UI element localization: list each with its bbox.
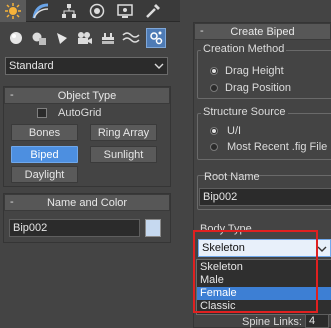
autogrid-checkbox[interactable] xyxy=(37,108,47,118)
lights-category[interactable] xyxy=(52,28,72,48)
drag-height-label: Drag Height xyxy=(225,65,284,77)
modify-icon xyxy=(32,3,49,19)
helpers-icon xyxy=(102,33,114,44)
utilities-icon xyxy=(146,4,160,18)
motion-tab[interactable] xyxy=(84,0,110,22)
sunlight-button[interactable]: Sunlight xyxy=(90,146,157,163)
structure-source-title: Structure Source xyxy=(201,106,288,118)
rollout-collapse-marker: - xyxy=(200,25,204,37)
bones-button-label: Bones xyxy=(28,126,61,139)
bones-button[interactable]: Bones xyxy=(11,124,78,141)
ring-array-button-label: Ring Array xyxy=(97,126,150,139)
daylight-button[interactable]: Daylight xyxy=(11,166,78,183)
display-tab[interactable] xyxy=(112,0,138,22)
rollout-collapse-marker: - xyxy=(10,89,14,101)
object-category-row xyxy=(0,26,175,50)
spacewarps-category[interactable] xyxy=(121,28,141,48)
highlight-annotation-box xyxy=(193,230,318,313)
create-tab[interactable] xyxy=(0,0,26,22)
root-name-title: Root Name xyxy=(204,171,260,183)
daylight-button-label: Daylight xyxy=(24,168,65,181)
spine-links-value: 4 xyxy=(309,315,316,327)
subcategory-dropdown[interactable]: Standard xyxy=(5,57,168,75)
geometry-category[interactable] xyxy=(6,28,26,48)
cameras-category[interactable] xyxy=(75,28,95,48)
object-color-swatch[interactable] xyxy=(145,219,161,237)
modify-tab[interactable] xyxy=(28,0,54,22)
create-biped-title: Create Biped xyxy=(230,25,295,38)
chevron-down-icon xyxy=(154,63,164,69)
create-icon xyxy=(5,3,21,19)
ring-array-button[interactable]: Ring Array xyxy=(90,124,157,141)
spacewarps-icon xyxy=(122,32,140,43)
create-biped-header[interactable]: - Create Biped xyxy=(194,23,331,40)
hierarchy-icon xyxy=(62,4,76,18)
spine-links-label: Spine Links: xyxy=(242,316,302,328)
systems-category[interactable] xyxy=(146,28,166,48)
shapes-icon xyxy=(32,32,46,45)
object-name-value: Bip002 xyxy=(13,222,48,234)
ui-source-label: U/I xyxy=(227,125,242,137)
object-type-title: Object Type xyxy=(57,89,117,102)
biped-button[interactable]: Biped xyxy=(11,146,78,163)
autogrid-label: AutoGrid xyxy=(58,107,102,119)
object-name-field[interactable]: Bip002 xyxy=(9,219,140,237)
display-icon xyxy=(117,4,133,18)
command-panel-tabs xyxy=(0,0,180,22)
fig-file-label: Most Recent .fig File xyxy=(227,141,328,153)
name-color-header[interactable]: - Name and Color xyxy=(4,194,170,211)
root-name-field[interactable]: Bip002 xyxy=(199,188,331,206)
root-name-value: Bip002 xyxy=(203,191,238,203)
shapes-category[interactable] xyxy=(29,28,49,48)
biped-button-label: Biped xyxy=(30,148,59,161)
rollout-collapse-marker: - xyxy=(10,196,14,208)
object-type-header[interactable]: - Object Type xyxy=(4,87,170,104)
motion-icon xyxy=(89,3,105,19)
sunlight-button-label: Sunlight xyxy=(103,148,144,161)
subcategory-value: Standard xyxy=(9,60,54,72)
chevron-down-icon xyxy=(317,246,327,252)
creation-method-title: Creation Method xyxy=(201,43,287,55)
fig-file-radio[interactable] xyxy=(210,143,218,151)
spine-links-field[interactable]: 4 xyxy=(305,314,329,328)
systems-icon xyxy=(150,31,163,45)
cameras-icon xyxy=(78,32,92,44)
drag-height-radio[interactable] xyxy=(210,67,218,75)
helpers-category[interactable] xyxy=(98,28,118,48)
geometry-icon xyxy=(10,32,22,44)
name-color-title: Name and Color xyxy=(46,196,128,209)
utilities-tab[interactable] xyxy=(140,0,166,22)
drag-position-radio[interactable] xyxy=(210,84,218,92)
lights-icon xyxy=(57,33,67,44)
ui-source-radio[interactable] xyxy=(210,127,218,135)
hierarchy-tab[interactable] xyxy=(56,0,82,22)
drag-position-label: Drag Position xyxy=(225,82,292,94)
